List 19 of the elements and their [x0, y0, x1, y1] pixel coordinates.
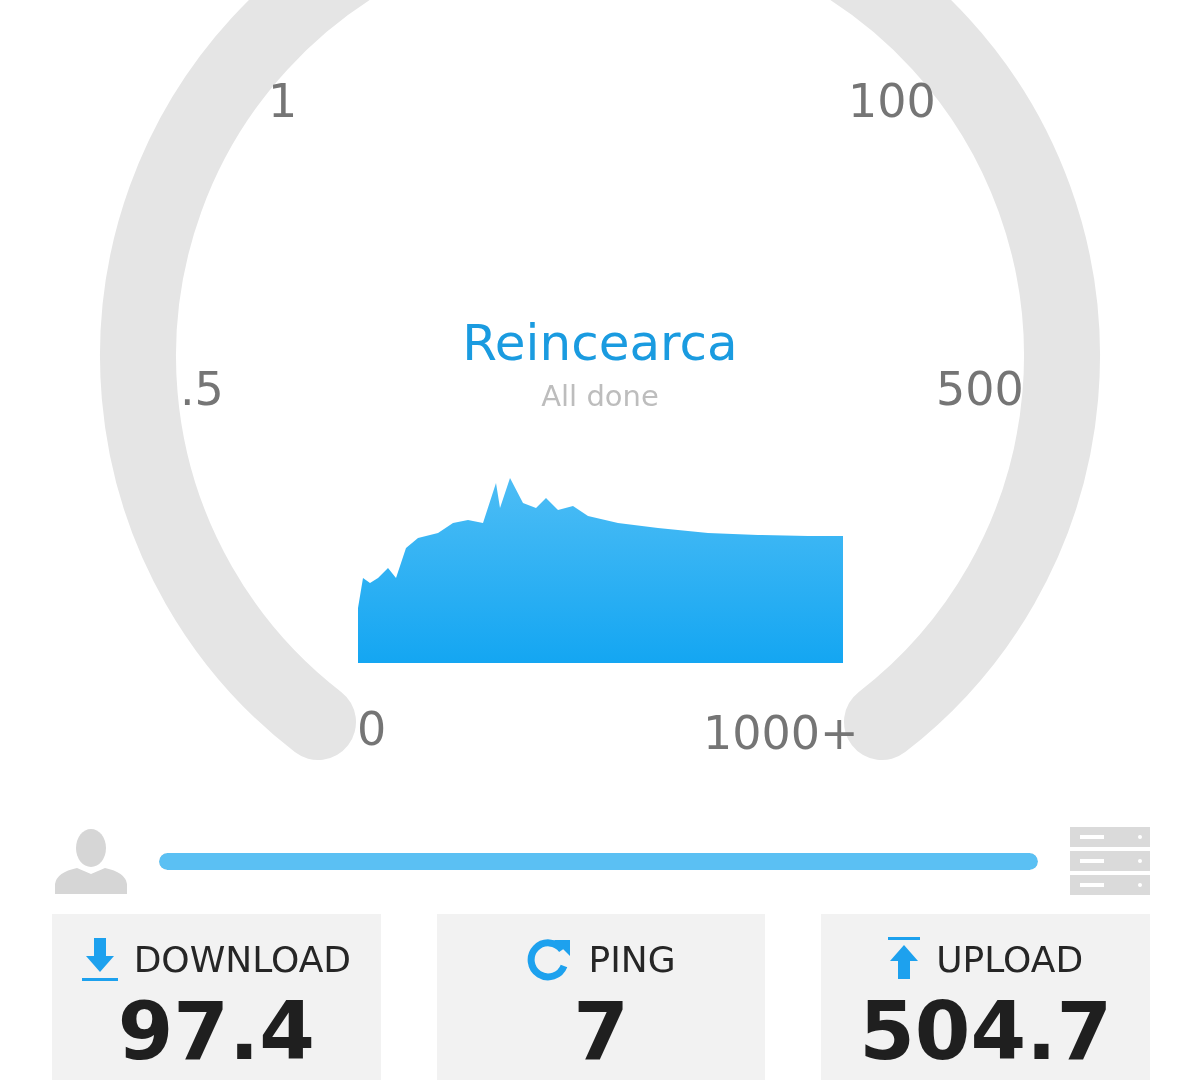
refresh-icon [526, 936, 573, 982]
result-label: PING [588, 938, 676, 980]
scale-label: .5 [180, 366, 224, 412]
result-label: DOWNLOAD [133, 938, 352, 980]
scale-label: 1 [268, 78, 298, 124]
result-value: 97.4 [117, 992, 316, 1072]
upload-icon [888, 937, 921, 981]
user-icon [55, 828, 127, 894]
server-icon [1070, 827, 1150, 895]
scale-label: 1000+ [703, 710, 859, 756]
server-name: Reincearca [462, 318, 738, 368]
scale-label: 100 [848, 78, 936, 124]
result-label: UPLOAD [936, 938, 1084, 980]
status-text: All done [541, 382, 659, 411]
scale-label: 0 [357, 706, 387, 752]
result-value: 7 [573, 992, 629, 1072]
download-icon [81, 936, 118, 982]
scale-label: 500 [936, 366, 1024, 412]
result-value: 504.7 [859, 992, 1113, 1072]
